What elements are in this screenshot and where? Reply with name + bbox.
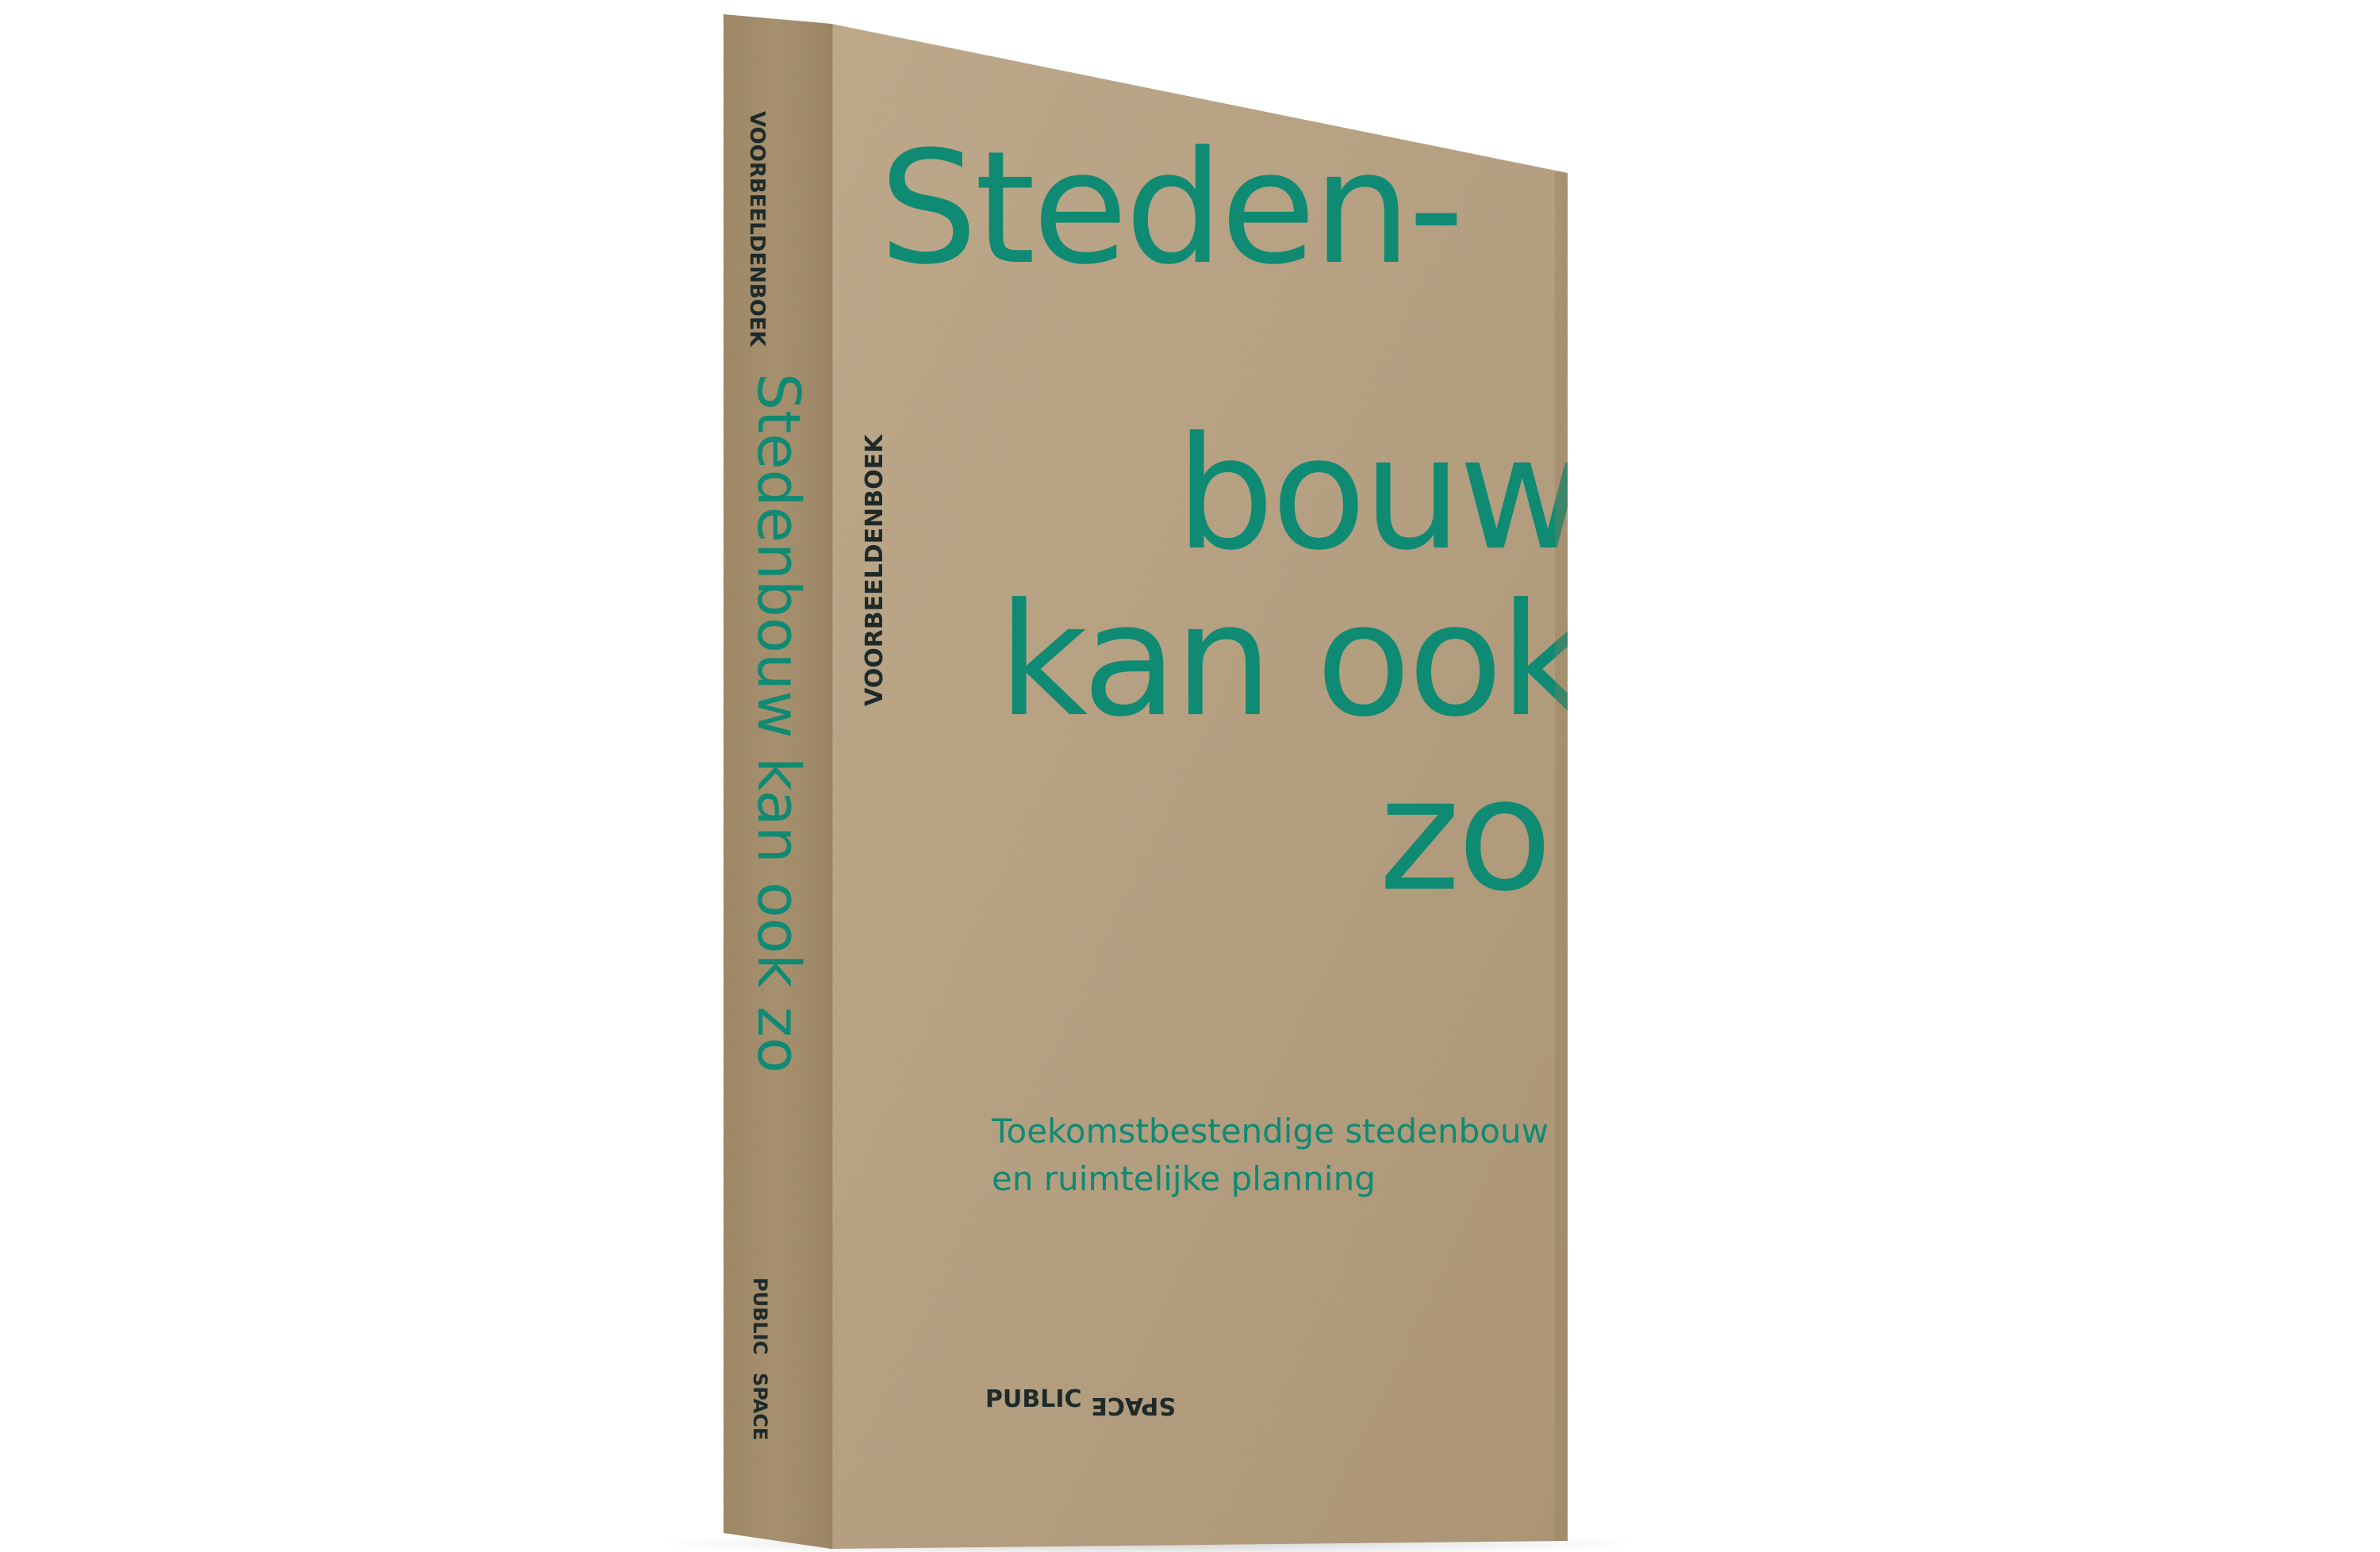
cover-publisher-left: PUBLIC [985,1385,1082,1413]
spine-series-label: VOORBEELDENBOEK [745,111,769,348]
spine-publisher-bottom: SPACE [749,1373,771,1440]
cover-title-line-3: kan ook [998,570,1590,751]
cover-title-line-1: Steden- [879,118,1461,299]
cover-subtitle-line-1: Toekomstbestendige stedenbouw [991,1112,1549,1151]
spine-publisher-top: PUBLIC [749,1277,771,1354]
cover-series-label: VOORBEELDENBOEK [861,433,889,706]
product-scene: VOORBEELDENBOEK Stedenbouw kan ook zo PU… [0,0,2380,1552]
cover-edge [1555,171,1568,1541]
cover-title-line-4: zo [1379,745,1549,926]
book-mockup: VOORBEELDENBOEK Stedenbouw kan ook zo PU… [658,14,1642,1552]
spine-title: Stedenbouw kan ook zo [744,373,812,1073]
cover-publisher-right: SPACE [1091,1392,1176,1419]
cover-subtitle-line-2: en ruimtelijke planning [992,1159,1376,1198]
cover-title-line-2: bouw [1176,404,1583,585]
